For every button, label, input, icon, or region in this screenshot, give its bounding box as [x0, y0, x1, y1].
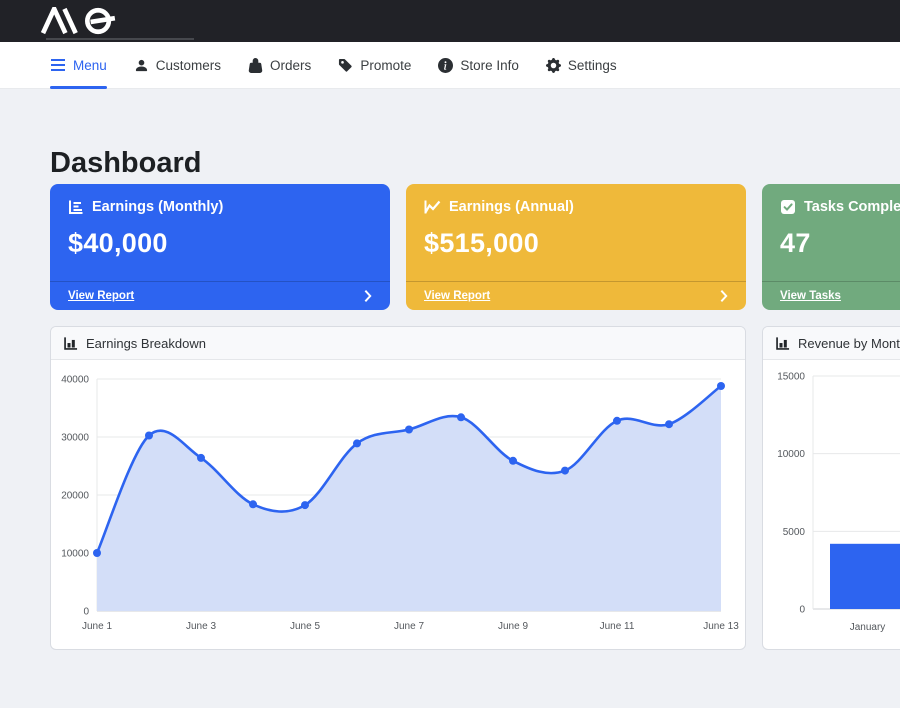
earnings-breakdown-panel: Earnings Breakdown 0 10000 20000 30000 40000… [50, 326, 746, 650]
svg-text:15000: 15000 [777, 372, 805, 383]
card-title-row: Earnings (Monthly) [68, 199, 372, 215]
check-square-icon [780, 199, 796, 215]
chevron-right-icon [364, 289, 372, 303]
tag-icon [338, 58, 353, 73]
svg-text:20000: 20000 [61, 491, 89, 502]
bar-chart-icon [63, 336, 78, 351]
page-title: Dashboard [50, 146, 900, 180]
dashboard-page: { "brand": { "name": "AQ" }, "nav": { "i… [0, 0, 900, 708]
person-icon [134, 58, 149, 73]
card-value: 47 [780, 228, 900, 259]
brand-logo[interactable] [40, 7, 130, 35]
nav-item-label: Menu [73, 58, 107, 73]
earnings-breakdown-chart: 0 10000 20000 30000 40000 June 1 June 3 June 5 J… [51, 360, 745, 650]
view-report-button[interactable]: View Report [50, 281, 390, 310]
card-link-label[interactable]: View Report [424, 290, 490, 302]
hamburger-icon [50, 58, 66, 72]
nav-item-menu[interactable]: Menu [50, 42, 107, 88]
graph-up-icon [424, 199, 441, 215]
card-link-label[interactable]: View Report [68, 290, 134, 302]
svg-text:40000: 40000 [61, 375, 89, 386]
chart-steps-icon [68, 199, 84, 215]
card-tasks-completed: Tasks Completed 47 View Tasks [762, 184, 900, 310]
card-earnings-annual: Earnings (Annual) $515,000 View Report [406, 184, 746, 310]
card-title: Tasks Completed [804, 199, 900, 215]
panel-header: Revenue by Month [763, 327, 900, 360]
logo-underline [46, 38, 194, 40]
view-tasks-button[interactable]: View Tasks [762, 281, 900, 310]
main-content: Dashboard Earnings (Monthly) $40,000 Vie… [0, 146, 900, 650]
nav-item-promote[interactable]: Promote [338, 42, 411, 88]
card-link-label[interactable]: View Tasks [780, 290, 841, 302]
summary-cards-row: Earnings (Monthly) $40,000 View Report E [50, 184, 900, 310]
card-body: Earnings (Annual) $515,000 [406, 184, 746, 259]
card-body: Earnings (Monthly) $40,000 [50, 184, 390, 259]
card-body: Tasks Completed 47 [762, 184, 900, 259]
revenue-by-month-chart: 0 5000 10000 15000 January [763, 360, 900, 650]
panel-title: Revenue by Month [798, 336, 900, 351]
svg-text:June 9: June 9 [498, 621, 528, 632]
svg-text:January: January [850, 622, 886, 633]
svg-text:10000: 10000 [777, 449, 805, 460]
svg-text:30000: 30000 [61, 433, 89, 444]
card-earnings-monthly: Earnings (Monthly) $40,000 View Report [50, 184, 390, 310]
svg-text:10000: 10000 [61, 549, 89, 560]
card-title-row: Earnings (Annual) [424, 199, 728, 215]
brand-logo-icon [40, 7, 130, 35]
nav-item-label: Orders [270, 58, 311, 73]
gear-icon [546, 58, 561, 73]
view-report-button[interactable]: View Report [406, 281, 746, 310]
svg-text:June 7: June 7 [394, 621, 424, 632]
nav-item-label: Store Info [460, 58, 519, 73]
card-title: Earnings (Annual) [449, 199, 574, 215]
nav-item-label: Customers [156, 58, 221, 73]
svg-text:0: 0 [83, 607, 89, 618]
card-title-row: Tasks Completed [780, 199, 900, 215]
panel-header: Earnings Breakdown [51, 327, 745, 360]
info-circle-icon [438, 58, 453, 73]
svg-text:June 13: June 13 [703, 621, 739, 632]
bar-chart-icon [775, 336, 790, 351]
svg-text:June 3: June 3 [186, 621, 216, 632]
card-value: $40,000 [68, 228, 372, 259]
revenue-by-month-panel: Revenue by Month 0 5000 10000 15000 January [762, 326, 900, 650]
panel-body: 0 5000 10000 15000 January [763, 360, 900, 650]
panel-body: 0 10000 20000 30000 40000 June 1 June 3 June 5 J… [51, 360, 745, 650]
svg-text:June 11: June 11 [600, 621, 635, 632]
svg-text:June 5: June 5 [290, 621, 320, 632]
nav-item-customers[interactable]: Customers [134, 42, 221, 88]
nav-item-label: Promote [360, 58, 411, 73]
charts-row: Earnings Breakdown 0 10000 20000 30000 40000… [50, 326, 900, 650]
svg-text:5000: 5000 [783, 527, 806, 538]
nav-item-label: Settings [568, 58, 617, 73]
nav-item-settings[interactable]: Settings [546, 42, 617, 88]
chevron-right-icon [720, 289, 728, 303]
svg-text:June 1: June 1 [82, 621, 112, 632]
bag-icon [248, 58, 263, 73]
svg-text:0: 0 [799, 605, 805, 616]
card-title: Earnings (Monthly) [92, 199, 223, 215]
topbar [0, 0, 900, 42]
nav-item-orders[interactable]: Orders [248, 42, 311, 88]
card-value: $515,000 [424, 228, 728, 259]
nav-item-store-info[interactable]: Store Info [438, 42, 519, 88]
main-nav: Menu Customers Orders Promote Store Info… [0, 42, 900, 89]
panel-title: Earnings Breakdown [86, 336, 206, 351]
